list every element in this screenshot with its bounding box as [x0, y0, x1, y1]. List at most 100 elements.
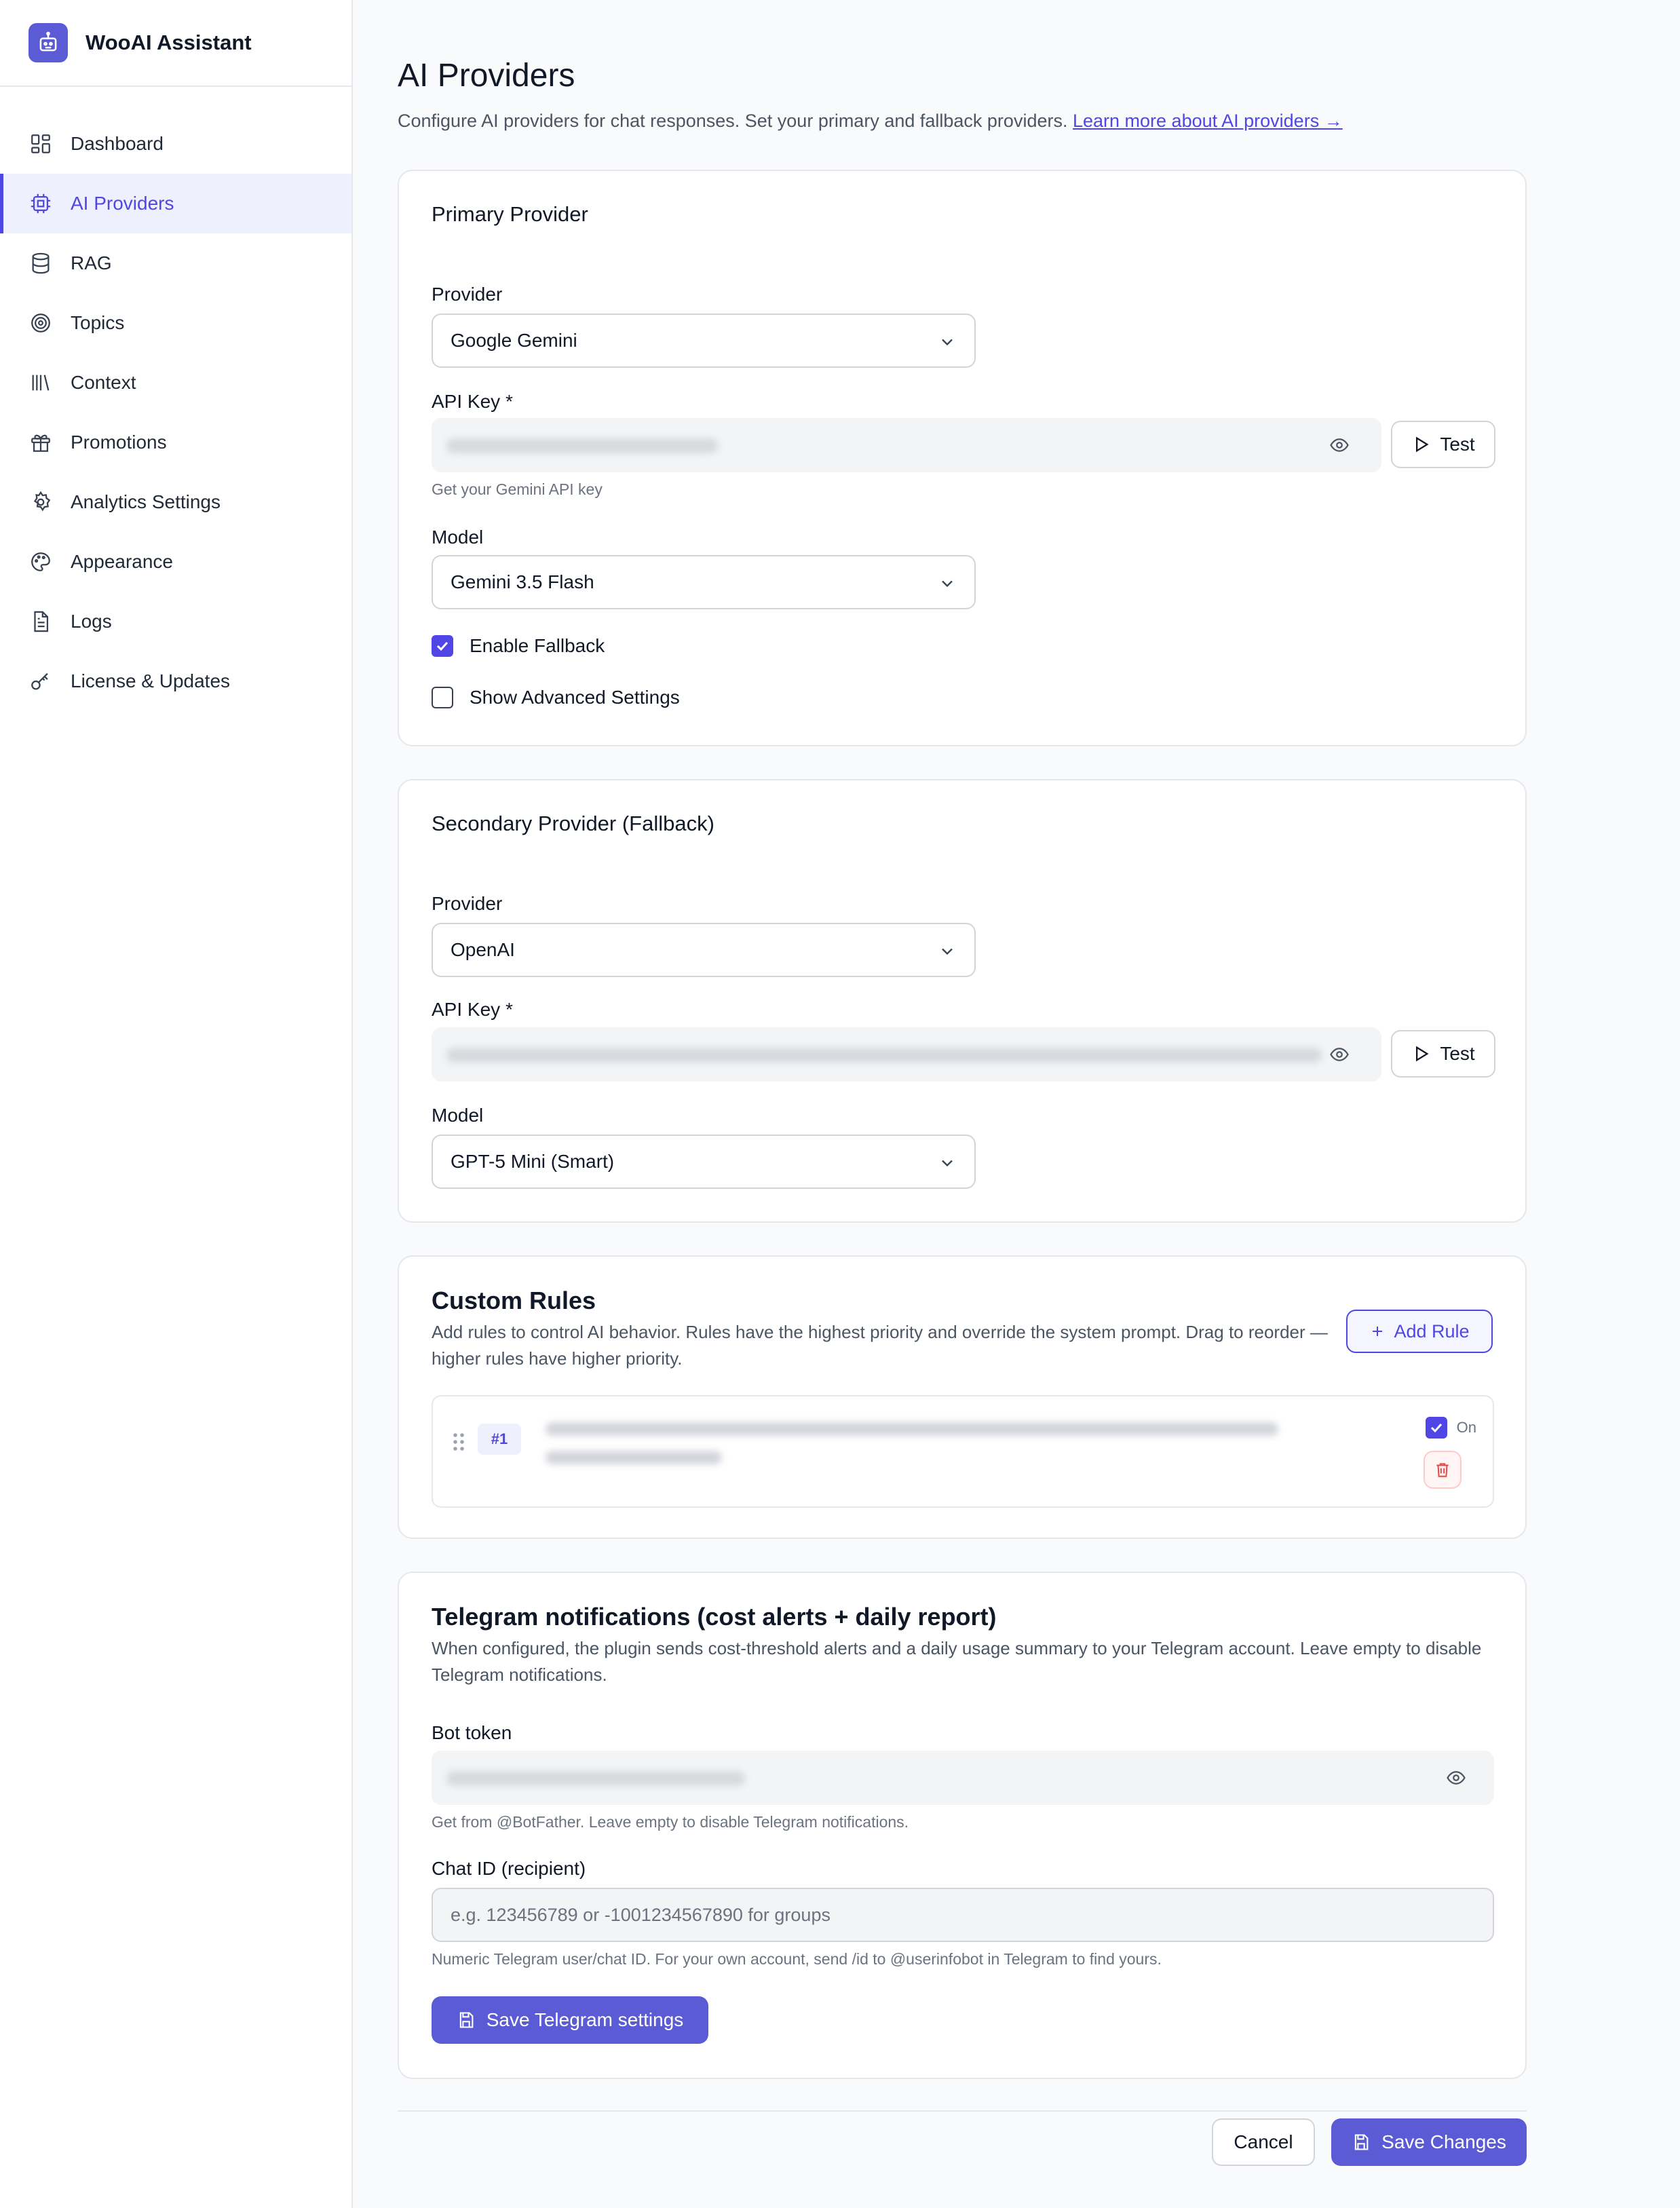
save-changes-button[interactable]: Save Changes — [1331, 2118, 1527, 2166]
rule-text[interactable] — [546, 1422, 1414, 1464]
sidebar-item-label: Context — [71, 372, 136, 393]
rule-enabled-checkbox[interactable] — [1425, 1417, 1447, 1439]
chat-id-label: Chat ID (recipient) — [432, 1858, 586, 1879]
brand: WooAI Assistant — [0, 0, 351, 87]
primary-model-select[interactable]: Gemini 3.5 Flash — [432, 555, 976, 609]
primary-provider-label: Provider — [432, 284, 503, 305]
page-description-text: Configure AI providers for chat response… — [398, 111, 1068, 131]
sidebar-item-label: Logs — [71, 611, 112, 632]
drag-handle-icon[interactable] — [452, 1432, 465, 1452]
sidebar-item-dashboard[interactable]: Dashboard — [0, 114, 351, 174]
sidebar-item-label: RAG — [71, 252, 112, 273]
primary-provider-select[interactable]: Google Gemini — [432, 313, 976, 368]
save-telegram-button[interactable]: Save Telegram settings — [432, 1996, 708, 2044]
sidebar-item-license-updates[interactable]: License & Updates — [0, 651, 351, 711]
secondary-test-button[interactable]: Test — [1391, 1030, 1495, 1078]
secondary-provider-value: OpenAI — [451, 939, 515, 960]
rule-on-label: On — [1456, 1419, 1476, 1436]
secondary-provider-title: Secondary Provider (Fallback) — [432, 812, 714, 835]
primary-provider-card: Primary Provider Provider Google Gemini … — [398, 170, 1527, 746]
blurred-text-line — [546, 1451, 722, 1464]
delete-rule-button[interactable] — [1424, 1451, 1462, 1489]
sidebar-item-rag[interactable]: RAG — [0, 233, 351, 293]
primary-provider-value: Google Gemini — [451, 330, 577, 351]
secondary-provider-select[interactable]: OpenAI — [432, 923, 976, 977]
test-label: Test — [1440, 1043, 1475, 1064]
document-icon — [28, 609, 53, 634]
enable-fallback-row[interactable]: Enable Fallback — [432, 635, 605, 657]
play-icon — [1416, 436, 1429, 453]
sidebar-item-label: License & Updates — [71, 670, 231, 691]
robot-logo-icon — [28, 23, 68, 62]
secondary-api-key-input[interactable] — [432, 1027, 1381, 1082]
plus-icon — [1373, 1327, 1383, 1336]
bot-token-input[interactable] — [432, 1751, 1494, 1805]
sidebar-nav: Dashboard AI Providers RAG Topics Contex… — [0, 114, 351, 711]
bot-token-hint: Get from @BotFather. Leave empty to disa… — [432, 1813, 909, 1831]
chevron-down-icon — [942, 339, 953, 346]
sidebar: WooAI Assistant Dashboard AI Providers R… — [0, 0, 353, 2208]
primary-model-label: Model — [432, 527, 484, 548]
rule-toggle[interactable]: On — [1425, 1417, 1476, 1439]
sidebar-item-label: AI Providers — [71, 193, 174, 214]
target-icon — [28, 311, 53, 335]
sidebar-item-logs[interactable]: Logs — [0, 592, 351, 651]
save-icon — [459, 2012, 474, 2028]
eye-icon[interactable] — [1327, 1042, 1352, 1067]
telegram-description: When configured, the plugin sends cost-t… — [432, 1638, 1482, 1685]
sidebar-item-label: Dashboard — [71, 133, 164, 154]
masked-key — [446, 438, 718, 453]
secondary-model-label: Model — [432, 1105, 484, 1126]
secondary-model-value: GPT-5 Mini (Smart) — [451, 1151, 615, 1172]
enable-fallback-checkbox[interactable] — [432, 635, 453, 657]
advanced-settings-label: Show Advanced Settings — [470, 687, 680, 708]
page-title: AI Providers — [398, 58, 575, 94]
masked-key — [446, 1048, 1322, 1063]
advanced-settings-row[interactable]: Show Advanced Settings — [432, 687, 680, 708]
primary-provider-title: Primary Provider — [432, 202, 588, 226]
sidebar-item-label: Promotions — [71, 432, 167, 453]
primary-api-key-hint: Get your Gemini API key — [432, 480, 603, 498]
gear-icon — [28, 490, 53, 514]
gift-icon — [28, 430, 53, 455]
save-icon — [1354, 2134, 1369, 2150]
sidebar-item-topics[interactable]: Topics — [0, 293, 351, 353]
masked-key — [446, 1771, 745, 1786]
sidebar-item-analytics-settings[interactable]: Analytics Settings — [0, 472, 351, 532]
sidebar-item-appearance[interactable]: Appearance — [0, 532, 351, 592]
chevron-down-icon — [942, 580, 953, 588]
save-changes-label: Save Changes — [1381, 2131, 1506, 2152]
rule-priority-badge: #1 — [478, 1424, 521, 1455]
enable-fallback-label: Enable Fallback — [470, 635, 605, 656]
sidebar-item-label: Topics — [71, 312, 125, 333]
rule-item[interactable]: #1 On — [432, 1395, 1494, 1508]
page-description: Configure AI providers for chat response… — [398, 111, 1343, 132]
footer-divider — [398, 2110, 1527, 2112]
play-icon — [1416, 1046, 1429, 1062]
sidebar-item-label: Analytics Settings — [71, 491, 221, 512]
chat-id-input[interactable]: e.g. 123456789 or -1001234567890 for gro… — [432, 1888, 1494, 1942]
eye-icon[interactable] — [1444, 1766, 1468, 1790]
secondary-provider-card: Secondary Provider (Fallback) Provider O… — [398, 779, 1527, 1223]
telegram-title: Telegram notifications (cost alerts + da… — [432, 1603, 997, 1631]
secondary-model-select[interactable]: GPT-5 Mini (Smart) — [432, 1135, 976, 1189]
sidebar-item-promotions[interactable]: Promotions — [0, 413, 351, 472]
chat-id-hint: Numeric Telegram user/chat ID. For your … — [432, 1950, 1162, 1968]
learn-more-link[interactable]: Learn more about AI providers → — [1073, 111, 1343, 131]
eye-icon[interactable] — [1327, 433, 1352, 457]
secondary-api-key-label: API Key * — [432, 999, 513, 1020]
add-rule-label: Add Rule — [1394, 1320, 1470, 1341]
test-label: Test — [1440, 434, 1475, 455]
primary-api-key-input[interactable] — [432, 418, 1381, 472]
sidebar-item-ai-providers[interactable]: AI Providers — [0, 174, 351, 233]
custom-rules-card: Custom Rules Add rules to control AI beh… — [398, 1255, 1527, 1539]
key-icon — [28, 669, 53, 693]
add-rule-button[interactable]: Add Rule — [1346, 1310, 1493, 1353]
blurred-text-line — [546, 1422, 1278, 1436]
primary-test-button[interactable]: Test — [1391, 421, 1495, 468]
cancel-button[interactable]: Cancel — [1212, 2118, 1315, 2166]
advanced-settings-checkbox[interactable] — [432, 687, 453, 708]
sidebar-item-context[interactable]: Context — [0, 353, 351, 413]
custom-rules-description: Add rules to control AI behavior. Rules … — [432, 1322, 1328, 1369]
cpu-icon — [28, 191, 53, 216]
